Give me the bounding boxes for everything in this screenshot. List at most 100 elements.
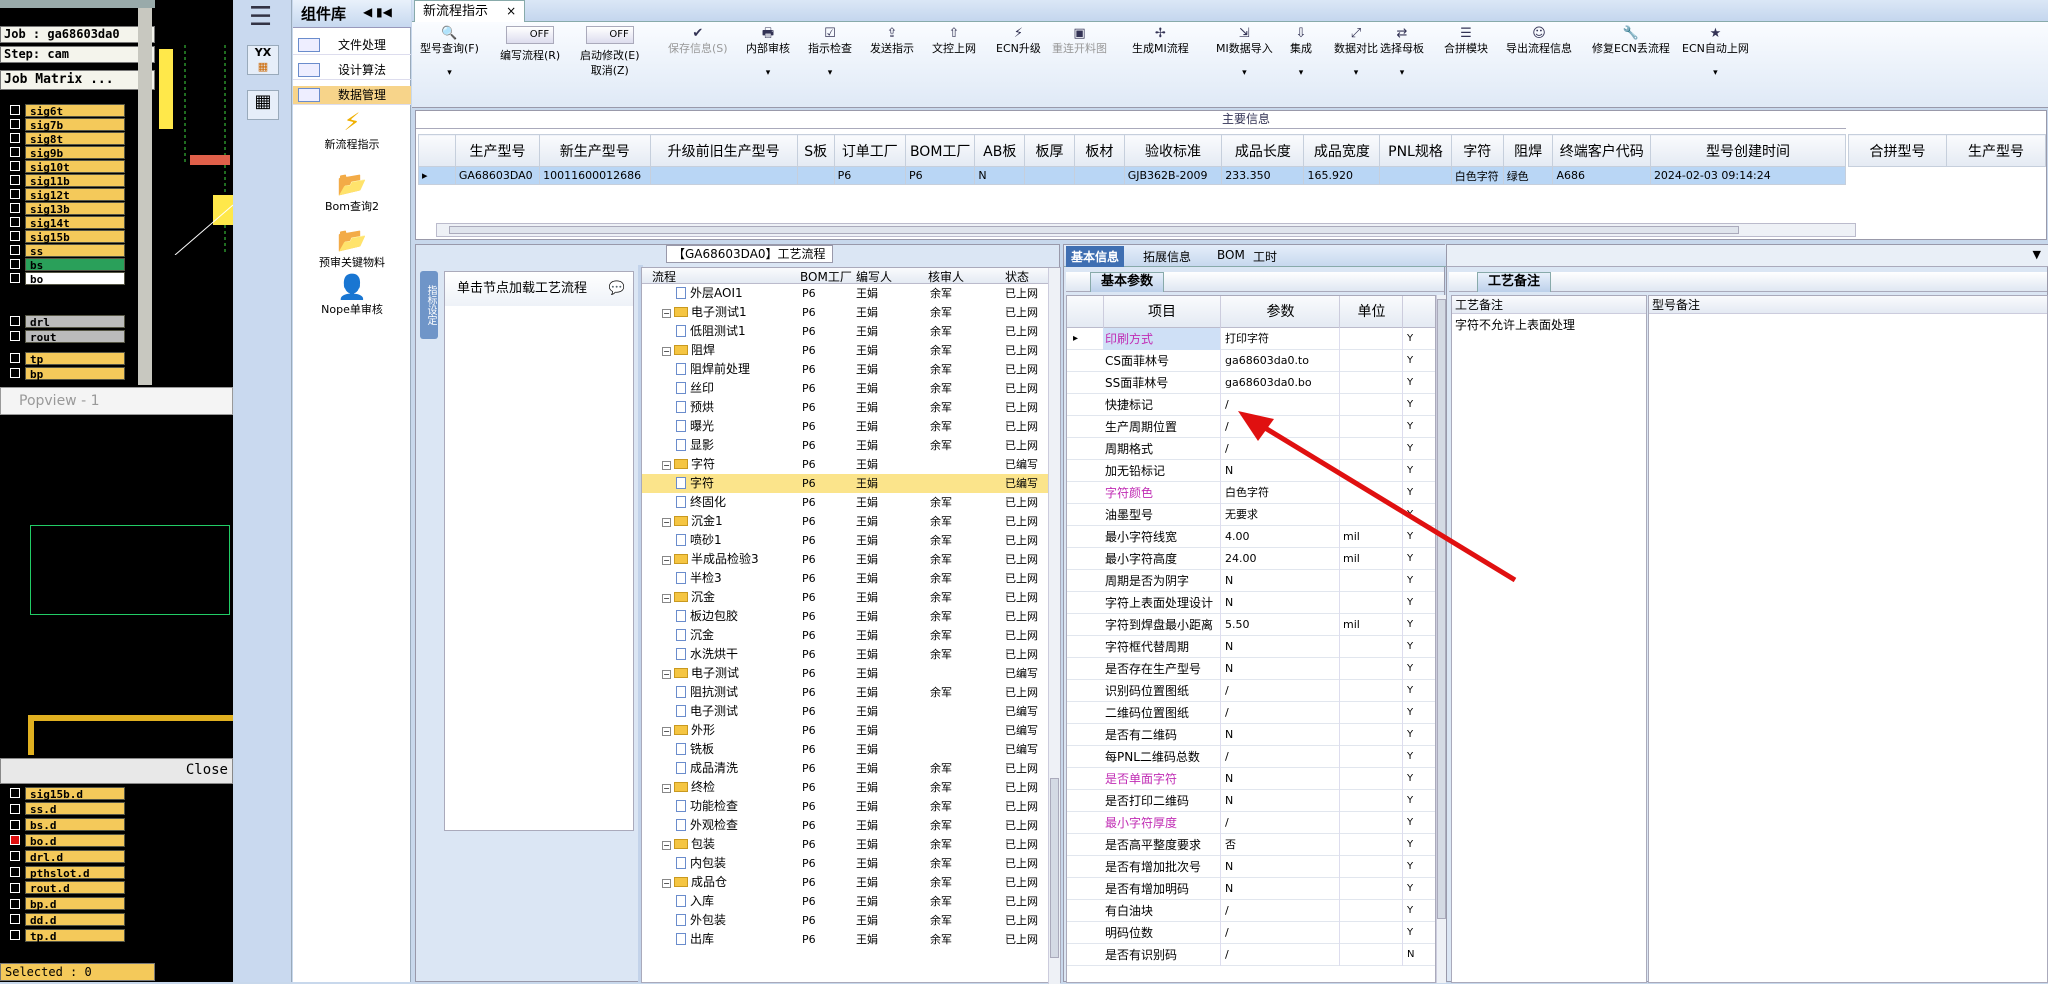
layer-checkbox[interactable] [10, 316, 20, 326]
tree-row[interactable]: − 半成品检验3 P6 王娟 余军 已上网 [642, 550, 1060, 569]
layer-row[interactable]: pthslot.d [0, 865, 125, 880]
tree-row[interactable]: 外观检查 P6 王娟 余军 已上网 [642, 816, 1060, 835]
layer-checkbox[interactable] [10, 353, 20, 363]
layer-row[interactable]: tp [0, 351, 125, 366]
tree-row[interactable]: 入库 P6 王娟 余军 已上网 [642, 892, 1060, 911]
tree-node[interactable]: 字符 [676, 474, 714, 493]
tree-node[interactable]: 外层AOI1 [676, 284, 743, 303]
tree-row[interactable]: 出库 P6 王娟 余军 已上网 [642, 930, 1060, 949]
collapse-toggle-icon[interactable]: − [662, 670, 671, 679]
param-value[interactable]: N [1222, 768, 1340, 790]
tree-node[interactable]: 喷砂1 [676, 531, 722, 550]
tree-column-header[interactable]: 核审人 [928, 268, 964, 285]
tree-node[interactable]: 沉金 [676, 626, 714, 645]
column-header[interactable]: 型号创建时间 [1649, 134, 1847, 167]
cell[interactable]: P6 [833, 166, 907, 185]
tree-node[interactable]: 半检3 [676, 569, 722, 588]
close-button[interactable]: Close [186, 762, 228, 778]
pcb-view[interactable] [155, 45, 233, 255]
notes-tab[interactable]: 工艺备注 [1477, 272, 1552, 292]
param-row[interactable]: 二维码位置图纸 / Y [1067, 702, 1435, 724]
collapse-icon[interactable]: ◀ ▮◀ [363, 5, 392, 19]
ribbon-button[interactable]: OFF 启动修改(E) 取消(Z) [580, 26, 640, 78]
layer-checkbox[interactable] [10, 930, 20, 941]
tree-row[interactable]: 内包装 P6 王娟 余军 已上网 [642, 854, 1060, 873]
tree-column-header[interactable]: 编写人 [856, 268, 892, 285]
tree-row[interactable]: 低阻测试1 P6 王娟 余军 已上网 [642, 322, 1060, 341]
cancel-button[interactable]: 取消(Z) [580, 63, 640, 78]
tree-column-header[interactable]: 状态 [1005, 268, 1029, 285]
layer-checkbox[interactable] [10, 914, 20, 925]
tree-row[interactable]: 功能检查 P6 王娟 余军 已上网 [642, 797, 1060, 816]
param-value[interactable]: / [1222, 812, 1340, 834]
param-value[interactable]: / [1222, 944, 1340, 966]
layer-checkbox[interactable] [10, 217, 20, 227]
column-header[interactable]: 升级前旧生产型号 [649, 134, 798, 167]
tree-node[interactable]: − 包装 [662, 835, 715, 854]
side-vtab[interactable]: 指标设定 [420, 271, 438, 339]
column-header[interactable]: 板厚 [1024, 134, 1075, 167]
collapse-toggle-icon[interactable]: − [662, 594, 671, 603]
layer-checkbox[interactable] [10, 898, 20, 909]
tab-close-icon[interactable]: × [506, 4, 516, 18]
layer-row[interactable]: sig15b [0, 229, 125, 244]
param-row[interactable]: 是否有识别码 / N [1067, 944, 1435, 966]
ribbon-button[interactable]: 🔍 型号查询(F) ▾ [420, 26, 479, 81]
tree-node[interactable]: 板边包胶 [676, 607, 738, 626]
layer-row[interactable]: sig7b [0, 117, 125, 132]
ribbon-button[interactable]: ✔ 保存信息(S) [668, 26, 728, 56]
cell[interactable]: GA68603DA0 [454, 166, 541, 185]
param-row[interactable]: 识别码位置图纸 / Y [1067, 680, 1435, 702]
dropdown-arrow-icon[interactable]: ▾ [1334, 66, 1378, 81]
param-row[interactable]: 是否打印二维码 N Y [1067, 790, 1435, 812]
tree-node[interactable]: 外观检查 [676, 816, 738, 835]
tree-node[interactable]: 铣板 [676, 740, 714, 759]
cell[interactable] [649, 166, 798, 185]
tree-node[interactable]: 内包装 [676, 854, 726, 873]
cell[interactable]: 165.920 [1303, 166, 1381, 185]
column-header[interactable]: 成品长度 [1221, 134, 1305, 167]
param-row[interactable]: 字符上表面处理设计 N Y [1067, 592, 1435, 614]
column-header[interactable]: 订单工厂 [833, 134, 907, 167]
layer-row[interactable]: sig13b [0, 201, 125, 216]
param-row[interactable]: ▸ 印刷方式 打印字符 Y [1067, 328, 1435, 350]
layer-row[interactable]: sig10t [0, 159, 125, 174]
cell[interactable]: 绿色 [1502, 166, 1554, 185]
layer-row[interactable]: rout.d [0, 881, 125, 895]
column-header[interactable]: 成品宽度 [1303, 134, 1381, 167]
tree-node[interactable]: 电子测试 [676, 702, 738, 721]
tree-row[interactable]: 半检3 P6 王娟 余军 已上网 [642, 569, 1060, 588]
layer-checkbox[interactable] [10, 175, 20, 185]
tree-row[interactable]: − 电子测试 P6 王娟 已编写 [642, 664, 1060, 683]
param-value[interactable]: N [1222, 636, 1340, 658]
param-row[interactable]: 明码位数 / Y [1067, 922, 1435, 944]
layer-checkbox[interactable] [10, 803, 20, 814]
tree-row[interactable]: − 成品仓 P6 王娟 余军 已上网 [642, 873, 1060, 892]
cell[interactable]: GJB362B-2009 [1123, 166, 1223, 185]
layer-checkbox[interactable] [10, 161, 20, 171]
horizontal-scrollbar[interactable] [436, 223, 1856, 237]
detail-tab[interactable]: 基本信息 [1066, 246, 1125, 267]
layer-row[interactable]: rout [0, 329, 125, 344]
column-header[interactable]: BOM工厂 [905, 134, 976, 167]
tree-node[interactable]: − 字符 [662, 455, 715, 474]
layer-row[interactable]: sig14t [0, 215, 125, 230]
tree-node[interactable]: 阻抗测试 [676, 683, 738, 702]
param-row[interactable]: 最小字符厚度 / Y [1067, 812, 1435, 834]
tree-row[interactable]: 阻焊前处理 P6 王娟 余军 已上网 [642, 360, 1060, 379]
tree-row[interactable]: 外层AOI1 P6 王娟 余军 已上网 [642, 284, 1060, 303]
param-row[interactable]: 是否有增加明码 N Y [1067, 878, 1435, 900]
ribbon-button[interactable]: ⇲ MI数据导入 ▾ [1216, 26, 1273, 81]
param-row[interactable]: 每PNL二维码总数 / Y [1067, 746, 1435, 768]
column-header[interactable]: 终端客户代码 [1552, 134, 1651, 167]
cell[interactable] [1379, 166, 1452, 185]
tree-node[interactable]: 入库 [676, 892, 714, 911]
params-scrollbar[interactable] [1436, 295, 1446, 983]
layer-row[interactable]: ss.d [0, 802, 125, 816]
cell[interactable]: A686 [1552, 166, 1651, 185]
tree-node[interactable]: 水洗烘干 [676, 645, 738, 664]
tree-row[interactable]: − 外形 P6 王娟 已编写 [642, 721, 1060, 740]
dropdown-arrow-icon[interactable]: ▾ [746, 66, 790, 81]
tree-row[interactable]: 水洗烘干 P6 王娟 余军 已上网 [642, 645, 1060, 664]
tree-row[interactable]: − 阻焊 P6 王娟 余军 已上网 [642, 341, 1060, 360]
